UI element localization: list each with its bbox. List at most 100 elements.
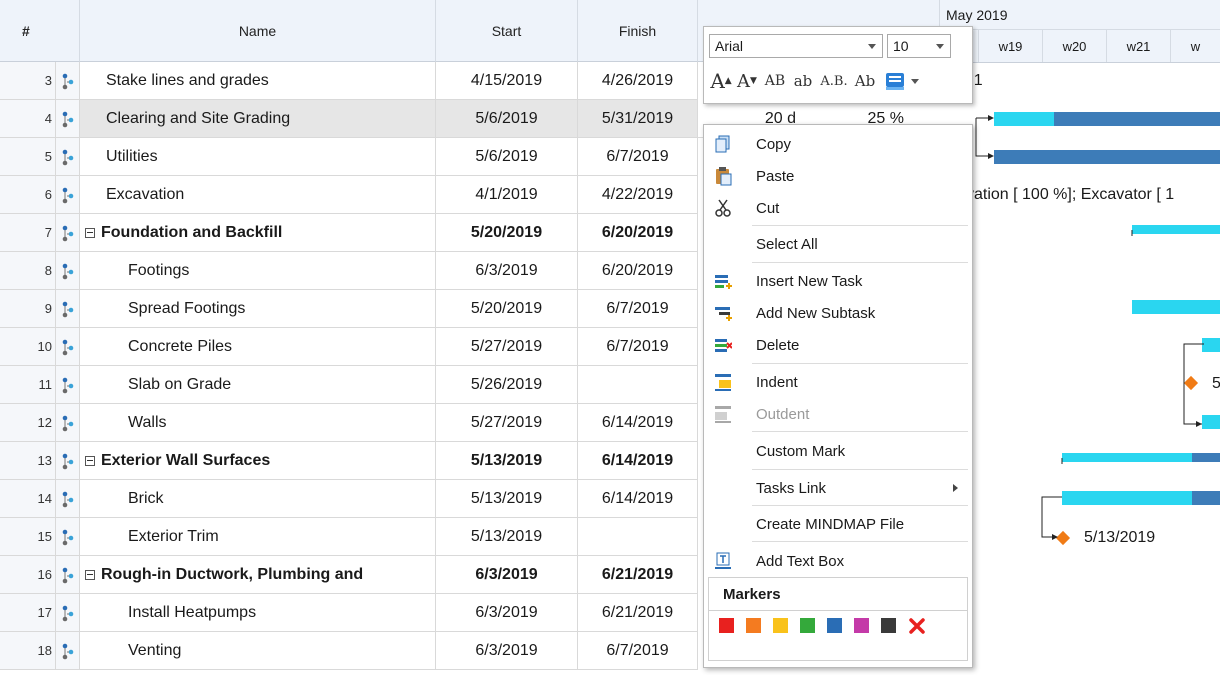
- task-finish-cell[interactable]: 6/21/2019: [578, 556, 698, 594]
- collapse-toggle-icon[interactable]: [85, 569, 95, 580]
- menu-item-create-mindmap-file[interactable]: Create MINDMAP File: [704, 509, 972, 539]
- menu-item-insert-new-task[interactable]: Insert New Task: [704, 266, 972, 296]
- decrease-font-button[interactable]: A ▼: [736, 69, 758, 93]
- collapse-toggle-icon[interactable]: [85, 227, 95, 238]
- task-start-cell[interactable]: 5/13/2019: [436, 518, 578, 556]
- task-start-cell[interactable]: 5/13/2019: [436, 480, 578, 518]
- task-start-cell[interactable]: 4/1/2019: [436, 176, 578, 214]
- task-icon: [62, 377, 73, 393]
- task-finish-cell[interactable]: 6/7/2019: [578, 138, 698, 176]
- menu-item-paste[interactable]: Paste: [704, 161, 972, 191]
- task-start-cell[interactable]: 5/20/2019: [436, 214, 578, 252]
- task-start-cell[interactable]: 6/3/2019: [436, 632, 578, 670]
- font-name-dropdown[interactable]: Arial: [709, 34, 883, 58]
- menu-item-custom-mark[interactable]: Custom Mark: [704, 436, 972, 466]
- task-name-cell[interactable]: Slab on Grade: [80, 366, 436, 404]
- task-finish-cell[interactable]: 5/31/2019: [578, 100, 698, 138]
- task-name-cell[interactable]: Clearing and Site Grading: [80, 100, 436, 138]
- marker-black[interactable]: [881, 618, 896, 633]
- task-name-cell[interactable]: Brick: [80, 480, 436, 518]
- task-start-cell[interactable]: 5/20/2019: [436, 290, 578, 328]
- font-size-dropdown[interactable]: 10: [887, 34, 951, 58]
- marker-orange[interactable]: [746, 618, 761, 633]
- gantt-chart[interactable]: May 2019 w19 w20 w21 w r 1 vation [ 100 …: [940, 0, 1220, 675]
- task-start-cell[interactable]: 5/27/2019: [436, 328, 578, 366]
- menu-item-indent[interactable]: Indent: [704, 367, 972, 397]
- uppercase-button[interactable]: AB: [762, 69, 788, 93]
- task-start-cell[interactable]: 5/6/2019: [436, 100, 578, 138]
- task-start-cell[interactable]: 5/26/2019: [436, 366, 578, 404]
- column-header-name[interactable]: Name: [80, 0, 436, 62]
- task-finish-cell[interactable]: 6/7/2019: [578, 290, 698, 328]
- increase-font-label: A: [710, 69, 725, 93]
- task-name-cell[interactable]: Excavation: [80, 176, 436, 214]
- task-name-cell[interactable]: Spread Footings: [80, 290, 436, 328]
- task-start-cell[interactable]: 6/3/2019: [436, 594, 578, 632]
- small-caps-button[interactable]: A.B.: [818, 69, 850, 93]
- task-icon: [62, 605, 73, 621]
- task-name-cell[interactable]: Stake lines and grades: [80, 62, 436, 100]
- task-name-cell[interactable]: Footings: [80, 252, 436, 290]
- task-icon: [62, 73, 73, 89]
- task-start-cell[interactable]: 5/6/2019: [436, 138, 578, 176]
- menu-item-outdent[interactable]: Outdent: [704, 399, 972, 429]
- task-start-cell[interactable]: 5/13/2019: [436, 442, 578, 480]
- task-name-cell[interactable]: Rough-in Ductwork, Plumbing and: [80, 556, 436, 594]
- task-finish-cell[interactable]: 6/20/2019: [578, 214, 698, 252]
- task-icon-cell: [56, 594, 80, 632]
- capitalize-button[interactable]: Ab: [852, 69, 878, 93]
- task-start-cell[interactable]: 5/27/2019: [436, 404, 578, 442]
- menu-item-delete[interactable]: Delete: [704, 330, 972, 360]
- remove-marker-icon[interactable]: [908, 617, 926, 635]
- task-name-cell[interactable]: Foundation and Backfill: [80, 214, 436, 252]
- task-name-cell[interactable]: Venting: [80, 632, 436, 670]
- marker-yellow[interactable]: [773, 618, 788, 633]
- marker-blue[interactable]: [827, 618, 842, 633]
- task-name-cell[interactable]: Install Heatpumps: [80, 594, 436, 632]
- collapse-toggle-icon[interactable]: [85, 455, 95, 466]
- menu-item-select-all[interactable]: Select All: [704, 229, 972, 259]
- row-number: 11: [0, 366, 56, 404]
- task-start-cell[interactable]: 4/15/2019: [436, 62, 578, 100]
- marker-red[interactable]: [719, 618, 734, 633]
- task-start-cell[interactable]: 6/3/2019: [436, 252, 578, 290]
- column-header-start[interactable]: Start: [436, 0, 578, 62]
- row-number: 7: [0, 214, 56, 252]
- style-dropdown-button[interactable]: [882, 69, 922, 93]
- menu-item-cut[interactable]: Cut: [704, 193, 972, 223]
- task-icon-cell: [56, 404, 80, 442]
- task-finish-cell[interactable]: 6/14/2019: [578, 442, 698, 480]
- menu-item-tasks-link[interactable]: Tasks Link: [704, 473, 972, 503]
- marker-green[interactable]: [800, 618, 815, 633]
- task-name-cell[interactable]: Concrete Piles: [80, 328, 436, 366]
- column-header-number[interactable]: #: [0, 0, 80, 62]
- menu-item-copy[interactable]: Copy: [704, 129, 972, 159]
- task-name-cell[interactable]: Utilities: [80, 138, 436, 176]
- task-finish-cell[interactable]: 4/26/2019: [578, 62, 698, 100]
- task-finish-cell[interactable]: 6/21/2019: [578, 594, 698, 632]
- task-icon: [62, 339, 73, 355]
- task-finish-cell[interactable]: 6/7/2019: [578, 632, 698, 670]
- task-name-cell[interactable]: Walls: [80, 404, 436, 442]
- task-finish-cell[interactable]: 6/20/2019: [578, 252, 698, 290]
- task-finish-cell[interactable]: [578, 518, 698, 556]
- lowercase-button[interactable]: ab: [790, 69, 816, 93]
- marker-purple[interactable]: [854, 618, 869, 633]
- increase-font-button[interactable]: A ▲: [710, 69, 732, 93]
- menu-item-add-text-box[interactable]: Add Text Box: [704, 546, 972, 576]
- column-header-finish[interactable]: Finish: [578, 0, 698, 62]
- markers-title: Markers: [723, 586, 781, 603]
- menu-item-add-new-subtask[interactable]: Add New Subtask: [704, 298, 972, 328]
- task-name: Footings: [128, 261, 190, 279]
- task-finish-cell[interactable]: 6/14/2019: [578, 480, 698, 518]
- task-finish-cell[interactable]: 6/14/2019: [578, 404, 698, 442]
- task-finish-cell[interactable]: 6/7/2019: [578, 328, 698, 366]
- task-name-cell[interactable]: Exterior Trim: [80, 518, 436, 556]
- task-finish-cell[interactable]: 4/22/2019: [578, 176, 698, 214]
- task-finish-cell[interactable]: [578, 366, 698, 404]
- menu-item-label: Cut: [756, 199, 780, 217]
- task-icon: [62, 415, 73, 431]
- task-name-cell[interactable]: Exterior Wall Surfaces: [80, 442, 436, 480]
- task-icon-cell: [56, 176, 80, 214]
- task-start-cell[interactable]: 6/3/2019: [436, 556, 578, 594]
